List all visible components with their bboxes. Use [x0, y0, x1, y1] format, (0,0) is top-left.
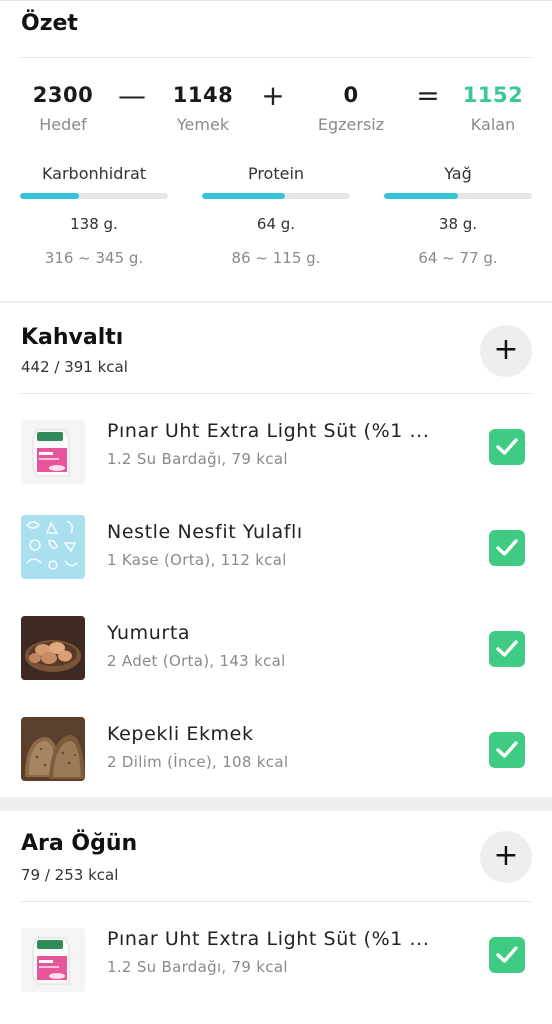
- macro-fat-value: 38 g.: [438, 215, 478, 233]
- checkmark-icon: [496, 741, 518, 758]
- macro-fat-range: 64 ~ 77 g.: [418, 249, 498, 267]
- food-item-cereal[interactable]: Nestle Nesfit Yulaflı 1 Kase (Orta), 112…: [0, 515, 552, 611]
- checkmark-icon: [496, 438, 518, 455]
- macro-carbs-bar-fill: [20, 193, 80, 199]
- macro-fat: Yağ 38 g. 64 ~ 77 g.: [384, 164, 532, 267]
- food-name: Pınar Uht Extra Light Süt (%1 ...: [107, 420, 430, 442]
- target-value: 2300: [32, 83, 94, 107]
- food-name: Kepekli Ekmek: [107, 723, 254, 745]
- eaten-checkbox[interactable]: [489, 631, 525, 667]
- summary-divider: [21, 57, 531, 58]
- exercise-label: Egzersiz: [317, 115, 385, 134]
- plus-icon: +: [493, 332, 519, 367]
- food-item-milk[interactable]: Pınar Uht Extra Light Süt (%1 ... 1.2 Su…: [0, 420, 552, 510]
- macro-carbs-bar: [20, 193, 168, 199]
- remaining-label: Kalan: [470, 115, 516, 134]
- snack-card: Ara Öğün 79 / 253 kcal + Pınar Uht Extra…: [0, 811, 552, 1024]
- bread-slices-image: [21, 717, 85, 781]
- macro-carbs-range: 316 ~ 345 g.: [44, 249, 144, 267]
- macro-fat-name: Yağ: [444, 164, 472, 183]
- food-detail: 2 Adet (Orta), 143 kcal: [107, 652, 286, 670]
- food-detail: 1 Kase (Orta), 112 kcal: [107, 551, 287, 569]
- exercise-block: 0 Egzersiz: [286, 83, 416, 134]
- eaten-checkbox[interactable]: [489, 732, 525, 768]
- milk-carton-image: [21, 928, 85, 992]
- snack-kcal: 79 / 253 kcal: [21, 866, 119, 884]
- macro-protein-bar-fill: [202, 193, 285, 199]
- breakfast-divider: [21, 393, 531, 394]
- food-block: 1148 Yemek: [138, 83, 268, 134]
- breakfast-title: Kahvaltı: [21, 325, 124, 350]
- target-block: 2300 Hedef: [0, 83, 128, 134]
- breakfast-card: Kahvaltı 442 / 391 kcal + Pınar Uht Extr…: [0, 303, 552, 797]
- food-detail: 1.2 Su Bardağı, 79 kcal: [107, 958, 288, 976]
- food-item-milk[interactable]: Pınar Uht Extra Light Süt (%1 ... 1.2 Su…: [0, 928, 552, 1018]
- exercise-value: 0: [343, 83, 359, 107]
- macro-carbs-value: 138 g.: [70, 215, 118, 233]
- eaten-checkbox[interactable]: [489, 530, 525, 566]
- food-detail: 1.2 Su Bardağı, 79 kcal: [107, 450, 288, 468]
- macro-protein-name: Protein: [247, 164, 305, 183]
- summary-card: Özet 2300 Hedef — 1148 Yemek + 0 Egzersi…: [0, 0, 552, 301]
- eaten-checkbox[interactable]: [489, 429, 525, 465]
- macro-fat-bar-fill: [384, 193, 458, 199]
- food-name: Pınar Uht Extra Light Süt (%1 ...: [107, 928, 430, 950]
- plus-operator: +: [261, 79, 285, 112]
- checkmark-icon: [496, 539, 518, 556]
- macro-fat-bar: [384, 193, 532, 199]
- checkmark-icon: [496, 640, 518, 657]
- food-value: 1148: [172, 83, 234, 107]
- macro-protein-value: 64 g.: [256, 215, 296, 233]
- remaining-value: 1152: [462, 83, 524, 107]
- target-label: Hedef: [39, 115, 87, 134]
- plus-icon: +: [493, 838, 519, 873]
- macro-protein: Protein 64 g. 86 ~ 115 g.: [202, 164, 350, 267]
- food-name: Yumurta: [107, 622, 191, 644]
- snack-divider: [21, 901, 531, 902]
- food-item-egg[interactable]: Yumurta 2 Adet (Orta), 143 kcal: [0, 616, 552, 712]
- cereal-pattern-image: [21, 515, 85, 579]
- eaten-checkbox[interactable]: [489, 937, 525, 973]
- food-item-bread[interactable]: Kepekli Ekmek 2 Dilim (İnce), 108 kcal: [0, 717, 552, 813]
- macro-protein-range: 86 ~ 115 g.: [231, 249, 321, 267]
- breakfast-kcal: 442 / 391 kcal: [21, 358, 128, 376]
- eggs-bowl-image: [21, 616, 85, 680]
- snack-title: Ara Öğün: [21, 831, 138, 856]
- food-label: Yemek: [176, 115, 230, 134]
- milk-carton-image: [21, 420, 85, 484]
- remaining-block: 1152 Kalan: [428, 83, 552, 134]
- macro-carbs: Karbonhidrat 138 g. 316 ~ 345 g.: [20, 164, 168, 267]
- food-detail: 2 Dilim (İnce), 108 kcal: [107, 753, 289, 771]
- summary-title: Özet: [21, 11, 78, 36]
- food-name: Nestle Nesfit Yulaflı: [107, 521, 303, 543]
- add-breakfast-button[interactable]: +: [480, 325, 532, 377]
- checkmark-icon: [496, 946, 518, 963]
- macro-protein-bar: [202, 193, 350, 199]
- macro-carbs-name: Karbonhidrat: [41, 164, 147, 183]
- add-snack-button[interactable]: +: [480, 831, 532, 883]
